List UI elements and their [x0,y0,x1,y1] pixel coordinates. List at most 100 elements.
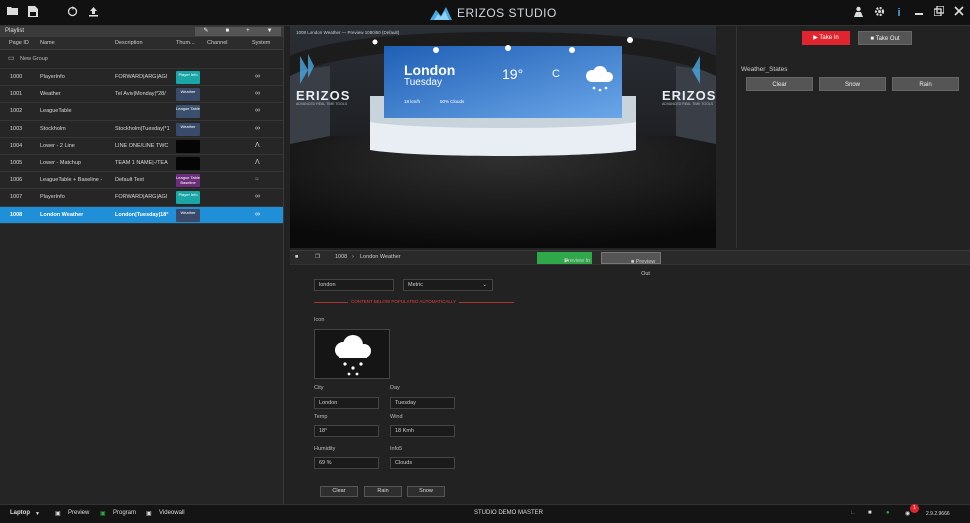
table-row[interactable]: 1002 LeagueTable League Table ∞ [0,103,283,121]
row-name: LeagueTable [40,108,72,115]
sync-icon[interactable] [65,6,79,20]
stop-icon: ■ [870,36,875,42]
app-title: ERIZOS STUDIO [457,6,557,20]
table-row[interactable]: 1007 PlayerInfo FORWARD|ARG|AGI Player I… [0,189,283,207]
units-value: Metric [408,282,423,288]
table-row[interactable]: 1004 Lower - 2 Line LINE ONE/LINE TWC Λ [0,137,283,155]
preview-in-button[interactable]: ▶ Preview In [537,252,592,264]
viewport-temp: 19° [502,66,524,82]
channel-type-icon: ∞ [255,90,260,98]
preview-output-label[interactable]: Preview [68,510,89,516]
monitor-icon: ▣ [55,511,61,517]
units-select[interactable]: Metric ⌄ [403,279,493,291]
row-thumbnail: League Table [176,105,200,119]
temp-field[interactable]: 18° [314,425,379,437]
row-id: 1003 [10,125,23,132]
row-id: 1005 [10,159,23,166]
restore-icon[interactable] [932,5,946,20]
state-rain-button[interactable]: Rain [892,77,959,91]
row-id: 1000 [10,74,23,80]
city-label: City [314,385,324,391]
add-icon[interactable]: + [246,26,250,37]
row-thumbnail: League Table Baseline [176,174,200,188]
state-clear-button[interactable]: Clear [746,77,813,91]
gear-icon[interactable] [872,6,886,20]
table-row-selected[interactable]: 1008 London Weather London|Tuesday|18° W… [0,206,283,224]
save-icon[interactable]: ■ [295,254,298,260]
info-icon[interactable]: i [892,6,906,20]
temp-label: Temp [314,414,328,420]
viewport-wind: 18 km/h [404,99,421,104]
row-description: FORWARD|ARG|AGI [115,74,168,80]
app-logo: ERIZOS STUDIO [430,5,557,21]
preview-out-label: Preview Out [635,259,656,277]
day-field[interactable]: Tuesday [390,397,455,409]
top-toolbar: ERIZOS STUDIO i [0,0,970,26]
column-header[interactable]: System [252,40,270,46]
videowall-output-label[interactable]: Videowall [159,510,185,516]
playlist-group[interactable]: ▭ New Group [0,50,283,69]
delete-icon[interactable]: ■ [225,26,229,37]
preview-out-button[interactable]: ■ Preview Out [601,252,661,277]
minimize-icon[interactable] [912,6,926,20]
viewport-unit: C [552,68,560,80]
weather-icon-preview[interactable] [314,329,390,379]
column-header[interactable]: Name [40,40,55,46]
row-id: 1004 [10,142,23,149]
take-out-button[interactable]: ■ Take Out [858,31,912,45]
close-icon[interactable] [952,6,966,20]
take-in-button[interactable]: ▶ Take In [802,31,850,45]
viewport-condition: 50% Clouds [440,99,465,104]
program-output-label[interactable]: Program [113,510,136,516]
table-row[interactable]: 1001 Weather Tel Aviv|Monday|*28/ Weathe… [0,86,283,104]
table-row[interactable]: 1003 Stockholm Stockholm|Tuesday|*1 Weat… [0,120,283,138]
network-icon: ∟ [850,510,856,516]
state-snow-button[interactable]: Snow [819,77,886,91]
viewport-city: London [404,62,456,78]
filter-icon[interactable]: ▼ [267,26,273,37]
preview-in-label: Preview In [564,258,591,264]
table-row[interactable]: 1006 LeagueTable + Baseline - Default Te… [0,172,283,190]
device-selector[interactable]: Laptop [10,510,30,516]
upload-icon[interactable] [86,6,100,20]
copy-icon[interactable]: ❐ [315,254,320,260]
humidity-field[interactable]: 69 % [314,457,379,469]
table-row[interactable]: 1005 Lower - Matchup TEAM 1 NAME|-/TEA Λ [0,154,283,173]
weather-states-label: Weather_States [741,66,788,73]
lock-icon[interactable]: ■ [868,510,872,516]
row-description: Default Text [115,177,144,184]
row-thumbnail: Weather [176,208,200,222]
save-file-icon[interactable] [26,6,40,20]
row-description: FORWARD|ARG|AGI [115,194,168,201]
wind-label: Wind [390,414,403,420]
column-header[interactable]: Page ID [9,40,29,46]
notification-icon[interactable]: ◉ [905,510,910,517]
users-icon[interactable] [851,6,865,20]
take-out-label: Take Out [875,36,900,42]
edit-icon[interactable]: ✎ [203,26,208,37]
column-header[interactable]: Description [115,40,143,46]
status-ok-icon: ● [886,510,890,516]
row-name: Stockholm [40,125,66,132]
open-folder-icon[interactable] [6,6,20,20]
row-description: Tel Aviv|Monday|*28/ [115,91,166,98]
snow-button[interactable]: Snow [407,486,445,497]
row-thumbnail [176,139,200,153]
take-in-label: Take In [819,35,839,41]
location-input[interactable]: london [314,279,394,291]
day-label: Day [390,385,400,391]
program-panel: ▶ Take In ■ Take Out Weather_States Clea… [736,26,970,248]
wind-field[interactable]: 18 Kmh [390,425,455,437]
city-field[interactable]: London [314,397,379,409]
viewport-brand-left: ERIZOS [296,88,351,103]
clear-button[interactable]: Clear [320,486,358,497]
column-header[interactable]: Thum... [176,40,195,46]
row-thumbnail: Weather [176,122,200,136]
rain-button[interactable]: Rain [364,486,402,497]
column-header[interactable]: Channel [207,40,228,46]
info-field[interactable]: Clouds [390,457,455,469]
notification-badge: 1 [910,504,919,513]
table-row[interactable]: 1000 PlayerInfo FORWARD|ARG|AGI Player I… [0,69,283,87]
page-editor: ■ ❐ 1008 › London Weather ▶ Preview In ■… [290,250,970,504]
playlist-header: Playlist ✎ ■ + ▼ [0,26,283,37]
